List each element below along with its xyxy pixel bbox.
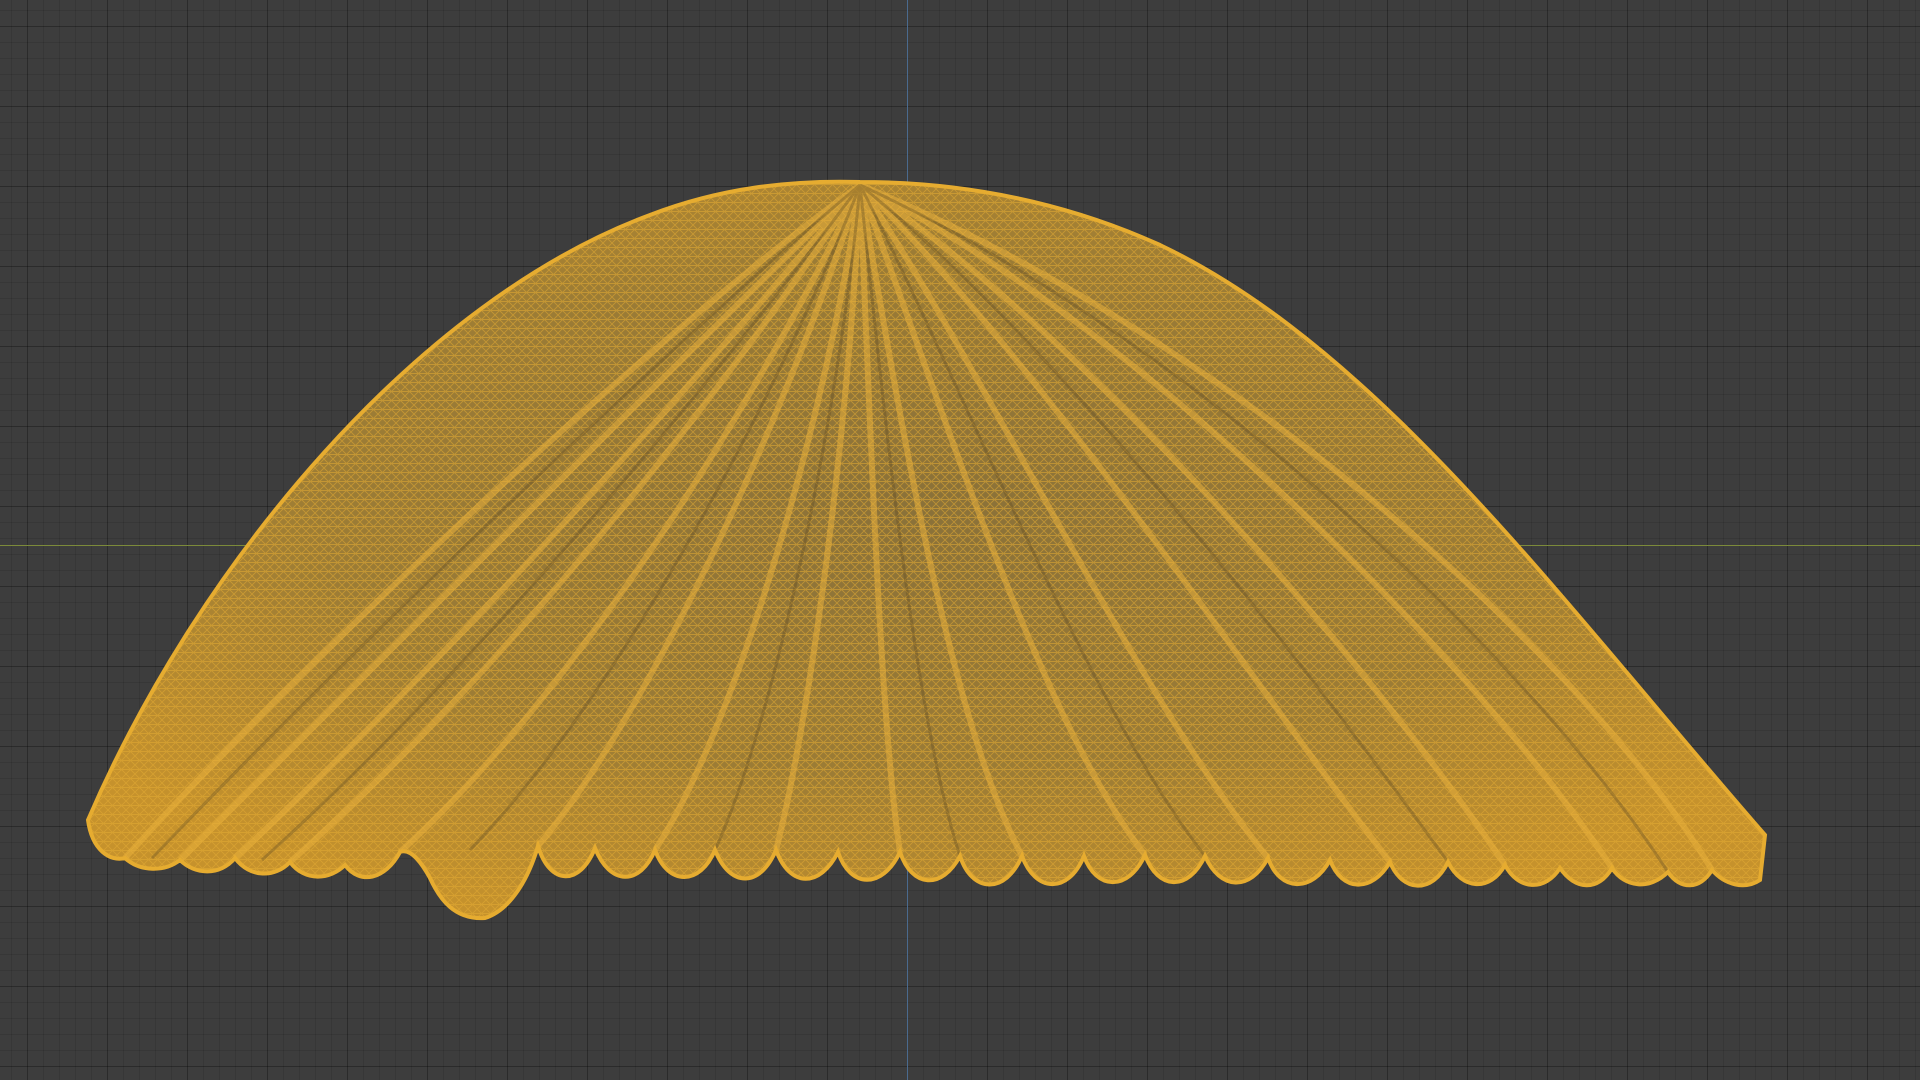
3d-viewport[interactable] xyxy=(0,0,1920,1080)
wireframe-dome-mesh[interactable] xyxy=(0,0,1920,1080)
dome-body xyxy=(86,179,1767,921)
